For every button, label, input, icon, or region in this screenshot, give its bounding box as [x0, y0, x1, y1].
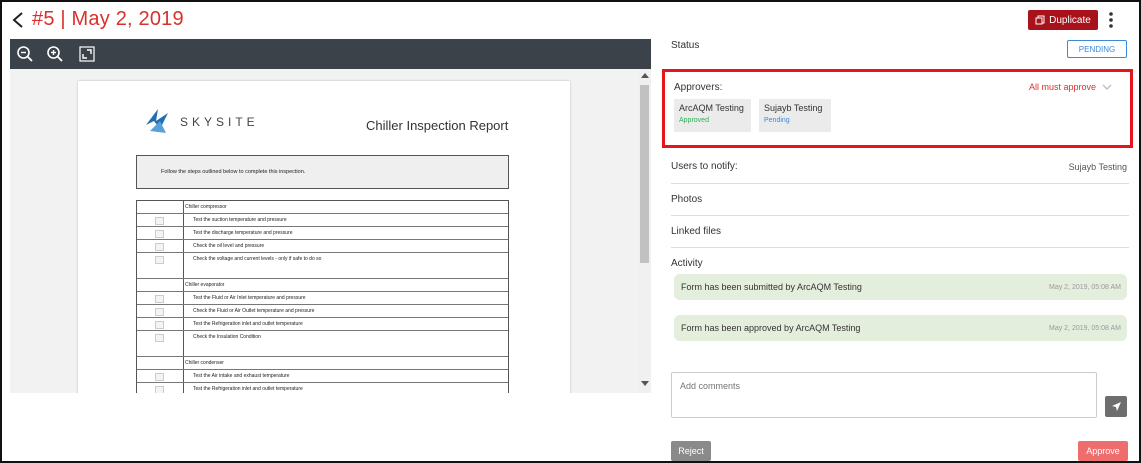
checkbox — [155, 256, 164, 264]
checkbox — [155, 334, 164, 342]
checkbox — [155, 386, 164, 393]
photos-label[interactable]: Photos — [671, 194, 702, 205]
checkbox — [155, 295, 164, 303]
approval-rule-dropdown[interactable]: All must approve — [1029, 82, 1112, 92]
app-frame: #5 | May 2, 2019 Duplicate SKYSITE Chill… — [0, 0, 1141, 463]
checklist-item: Check the Fluid or Air Outlet temperatur… — [137, 305, 508, 318]
report-title: Chiller Inspection Report — [366, 118, 509, 133]
checklist-item: Check the voltage and current levels - o… — [137, 253, 508, 279]
checkbox — [155, 373, 164, 381]
brand-name: SKYSITE — [180, 115, 259, 129]
send-icon — [1111, 402, 1121, 411]
approve-button[interactable]: Approve — [1078, 441, 1128, 461]
approver-card: Sujayb Testing Pending — [759, 99, 831, 132]
chevron-down-icon — [1102, 84, 1112, 90]
checklist-item: Check the oil level and pressure — [137, 240, 508, 253]
approver-status: Pending — [764, 117, 790, 124]
checkbox — [155, 217, 164, 225]
checklist-item: Test the suction temperature and pressur… — [137, 214, 508, 227]
checkbox — [155, 308, 164, 316]
instructions-text: Follow the steps outlined below to compl… — [161, 169, 306, 175]
linked-files-label[interactable]: Linked files — [671, 226, 721, 237]
document-viewer: SKYSITE Chiller Inspection Report Follow… — [10, 39, 651, 393]
activity-text: Form has been submitted by ArcAQM Testin… — [681, 282, 862, 292]
notify-label: Users to notify: — [671, 161, 738, 172]
viewer-toolbar — [10, 39, 651, 69]
checklist-section: Chiller evaporator — [137, 279, 508, 292]
checkbox — [155, 230, 164, 238]
scroll-up-arrow-icon[interactable] — [641, 73, 649, 78]
approval-rule-value: All must approve — [1029, 82, 1097, 92]
status-badge[interactable]: PENDING — [1067, 40, 1127, 58]
scroll-thumb[interactable] — [640, 85, 649, 263]
more-options-icon[interactable] — [1105, 10, 1117, 30]
notify-value[interactable]: Sujayb Testing — [1069, 162, 1127, 172]
approver-card: ArcAQM Testing Approved — [674, 99, 751, 132]
zoom-out-icon[interactable] — [16, 45, 34, 63]
checklist-item: Test the Fluid or Air Inlet temperature … — [137, 292, 508, 305]
details-panel: Status PENDING Approvers: All must appro… — [662, 38, 1133, 463]
activity-timestamp: May 2, 2019, 05:08 AM — [1049, 325, 1121, 332]
skysite-logo-icon — [146, 109, 168, 133]
checklist-item: Test the Refrigeration inlet and outlet … — [137, 318, 508, 331]
fit-to-screen-icon[interactable] — [78, 45, 96, 63]
duplicate-icon — [1035, 15, 1045, 25]
checkbox — [155, 243, 164, 251]
header: #5 | May 2, 2019 Duplicate — [2, 2, 1139, 38]
approvers-section: Approvers: All must approve ArcAQM Testi… — [662, 69, 1133, 148]
checklist-item: Test the Refrigeration inlet and outlet … — [137, 383, 508, 393]
checklist-item: Test the discharge temperature and press… — [137, 227, 508, 240]
scroll-down-arrow-icon[interactable] — [641, 381, 649, 386]
zoom-in-icon[interactable] — [46, 45, 64, 63]
duplicate-button[interactable]: Duplicate — [1028, 10, 1098, 30]
page-title: #5 | May 2, 2019 — [32, 8, 184, 30]
approvers-label: Approvers: — [674, 82, 723, 93]
activity-item: Form has been approved by ArcAQM Testing… — [674, 315, 1127, 341]
divider — [671, 215, 1129, 216]
checklist-section: Chiller condenser — [137, 357, 508, 370]
divider — [671, 247, 1129, 248]
checklist-item: Check the Insulation Condition — [137, 331, 508, 357]
instructions-box: Follow the steps outlined below to compl… — [136, 155, 509, 189]
activity-label: Activity — [671, 258, 703, 269]
status-label: Status — [671, 40, 700, 51]
divider — [671, 183, 1129, 184]
reject-button[interactable]: Reject — [671, 441, 711, 461]
document-page: SKYSITE Chiller Inspection Report Follow… — [78, 81, 570, 393]
approver-name: ArcAQM Testing — [679, 103, 744, 113]
send-comment-button[interactable] — [1105, 396, 1127, 417]
document-canvas[interactable]: SKYSITE Chiller Inspection Report Follow… — [10, 69, 651, 393]
back-arrow-icon[interactable] — [10, 10, 26, 30]
checkbox — [155, 321, 164, 329]
activity-item: Form has been submitted by ArcAQM Testin… — [674, 274, 1127, 300]
approver-status: Approved — [679, 117, 709, 124]
checklist-section: Chiller compressor — [137, 201, 508, 214]
activity-timestamp: May 2, 2019, 05:08 AM — [1049, 284, 1121, 291]
approver-name: Sujayb Testing — [764, 103, 823, 113]
inspection-checklist: Chiller compressor Test the suction temp… — [136, 200, 509, 393]
checklist-item: Test the Air intake and exhaust temperat… — [137, 370, 508, 383]
duplicate-label: Duplicate — [1049, 14, 1091, 26]
viewer-scrollbar[interactable] — [638, 69, 651, 393]
comments-input[interactable] — [671, 372, 1097, 418]
activity-text: Form has been approved by ArcAQM Testing — [681, 323, 861, 333]
